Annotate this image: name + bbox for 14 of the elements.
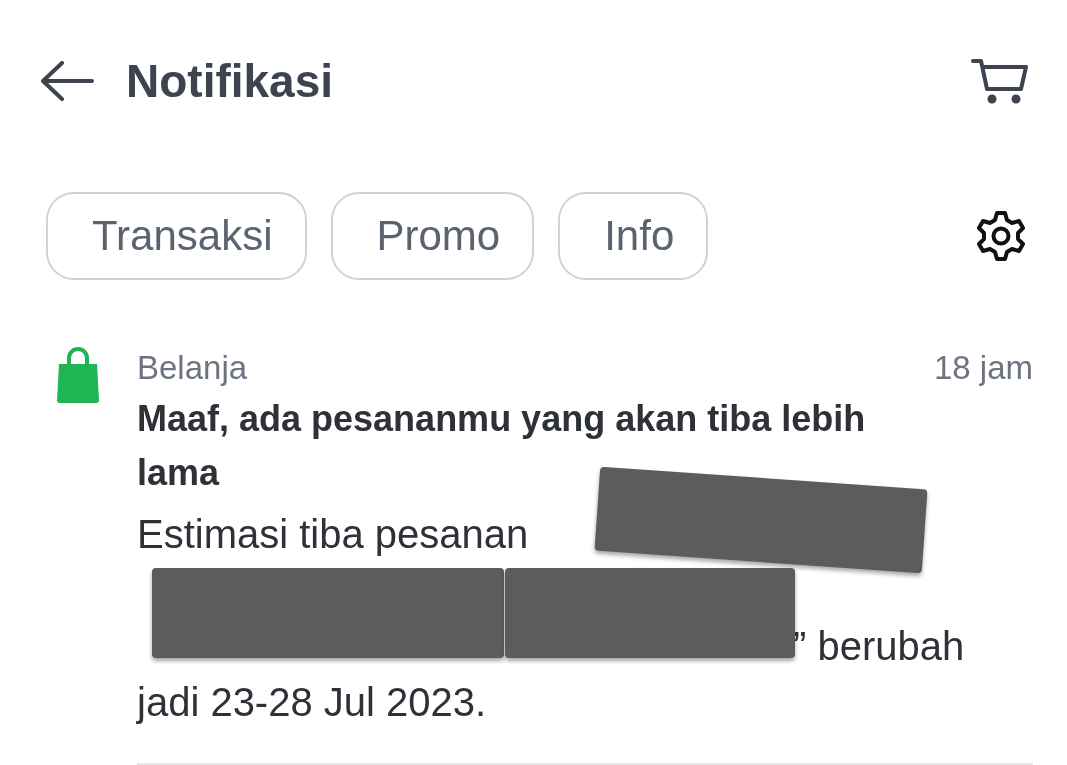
filter-tab[interactable]: Info	[558, 192, 709, 280]
notification-text: jadi 23-28 Jul 2023.	[137, 680, 487, 724]
notification-text: Estimasi tiba pesanan	[137, 512, 529, 556]
shopping-bag-icon	[55, 346, 101, 404]
notification-text: ” berubah	[793, 624, 965, 668]
notification-category: Belanja	[137, 348, 248, 388]
back-arrow-icon[interactable]	[40, 61, 94, 101]
filter-tab[interactable]: Transaksi	[46, 192, 307, 280]
notification-title: Maaf, ada pesananmu yang akan tiba lebih lama	[137, 397, 867, 495]
settings-icon[interactable]	[975, 210, 1027, 262]
page-title: Notifikasi	[126, 54, 335, 108]
filter-tab[interactable]: Promo	[330, 192, 535, 280]
cart-icon[interactable]	[971, 57, 1029, 105]
notification-time: 18 jam	[933, 348, 1033, 388]
